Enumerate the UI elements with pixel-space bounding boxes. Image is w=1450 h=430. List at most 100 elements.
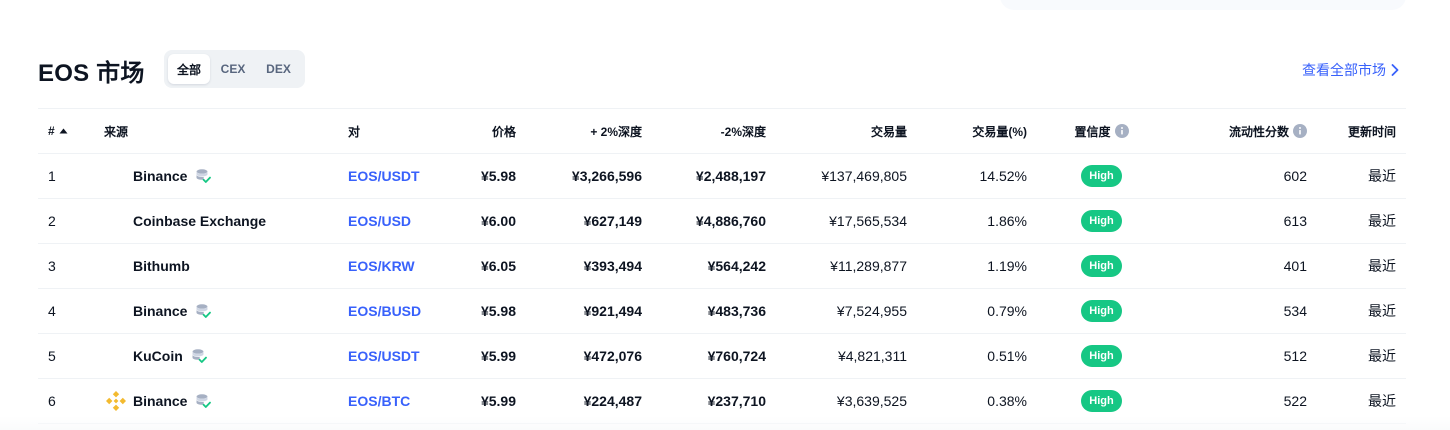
verified-reserves-icon[interactable] <box>191 348 207 364</box>
exchange-logo <box>104 344 128 368</box>
table-row[interactable]: 2 Coinbase Exchange EOS/USD ¥6.00 ¥627,1… <box>38 198 1406 244</box>
depth-plus-cell: ¥3,266,596 <box>526 153 652 199</box>
pair-link[interactable]: EOS/USD <box>348 213 411 229</box>
exchange-name[interactable]: Coinbase Exchange <box>133 213 266 229</box>
updated-cell: 最近 <box>1317 333 1406 379</box>
col-confidence[interactable]: 置信度 <box>1037 108 1166 154</box>
table-row[interactable]: 3 Bithumb EOS/KRW ¥6.05 ¥393,494 ¥564,24… <box>38 243 1406 289</box>
pair-link[interactable]: EOS/BUSD <box>348 303 421 319</box>
rank-cell: 3 <box>38 243 94 289</box>
exchange-name[interactable]: Bithumb <box>133 258 190 274</box>
volume-pct-cell: 0.79% <box>917 288 1037 334</box>
volume-cell: ¥11,289,877 <box>776 243 917 289</box>
rank-cell: 4 <box>38 288 94 334</box>
price-cell: ¥5.99 <box>448 333 526 379</box>
filter-dex-button[interactable]: DEX <box>256 54 301 84</box>
volume-cell: ¥17,565,534 <box>776 198 917 244</box>
confidence-cell: High <box>1037 198 1166 244</box>
exchange-name[interactable]: Binance <box>133 168 187 184</box>
chevron-right-icon <box>1391 64 1399 76</box>
exchange-logo <box>104 299 128 323</box>
col-source[interactable]: 来源 <box>94 108 338 154</box>
col-volume[interactable]: 交易量 <box>776 108 917 154</box>
col-updated[interactable]: 更新时间 <box>1317 108 1406 154</box>
view-all-markets-label: 查看全部市场 <box>1302 62 1386 78</box>
confidence-badge: High <box>1081 300 1122 322</box>
col-depth-minus[interactable]: -2%深度 <box>652 108 776 154</box>
filter-cex-button[interactable]: CEX <box>210 54 256 84</box>
depth-minus-cell: ¥483,736 <box>652 288 776 334</box>
col-pair[interactable]: 对 <box>338 108 448 154</box>
info-icon[interactable] <box>1114 123 1129 138</box>
confidence-cell: High <box>1037 333 1166 379</box>
updated-cell: 最近 <box>1317 288 1406 334</box>
confidence-badge: High <box>1081 210 1122 232</box>
price-cell: ¥6.05 <box>448 243 526 289</box>
confidence-badge: High <box>1081 390 1122 412</box>
source-cell[interactable]: KuCoin <box>94 333 338 379</box>
pair-cell[interactable]: EOS/USDT <box>338 153 448 199</box>
volume-cell: ¥7,524,955 <box>776 288 917 334</box>
depth-plus-cell: ¥921,494 <box>526 288 652 334</box>
filter-all-button[interactable]: 全部 <box>168 54 210 84</box>
markets-table: # 来源 对 价格 + 2%深度 -2%深度 交易量 交易量(%) 置信度 流动… <box>38 108 1406 424</box>
top-card-edge <box>1000 0 1406 10</box>
verified-reserves-icon[interactable] <box>195 168 212 184</box>
pair-cell[interactable]: EOS/USDT <box>338 333 448 379</box>
pair-link[interactable]: EOS/USDT <box>348 348 420 364</box>
table-row[interactable]: 1 Binance EOS/USDT ¥5.98 ¥3,266,596 ¥2,4… <box>38 153 1406 199</box>
exchange-name[interactable]: KuCoin <box>133 348 183 364</box>
exchange-name[interactable]: Binance <box>133 393 187 409</box>
col-volume-pct[interactable]: 交易量(%) <box>917 108 1037 154</box>
confidence-badge: High <box>1081 165 1122 187</box>
eos-markets-page: EOS 市场 全部 CEX DEX 查看全部市场 # 来源 对 价格 + 2%深… <box>0 0 1450 430</box>
pair-link[interactable]: EOS/BTC <box>348 393 410 409</box>
price-cell: ¥5.98 <box>448 153 526 199</box>
verified-reserves-icon[interactable] <box>195 393 212 409</box>
bottom-fade <box>0 416 1450 430</box>
confidence-badge: High <box>1081 345 1122 367</box>
col-depth-plus[interactable]: + 2%深度 <box>526 108 652 154</box>
liquidity-cell: 602 <box>1166 153 1317 199</box>
depth-plus-cell: ¥472,076 <box>526 333 652 379</box>
col-rank[interactable]: # <box>38 108 94 154</box>
confidence-cell: High <box>1037 153 1166 199</box>
markets-table-body: 1 Binance EOS/USDT ¥5.98 ¥3,266,596 ¥2,4… <box>38 153 1406 424</box>
volume-pct-cell: 1.19% <box>917 243 1037 289</box>
depth-minus-cell: ¥760,724 <box>652 333 776 379</box>
markets-header: EOS 市场 全部 CEX DEX 查看全部市场 <box>38 50 1406 88</box>
table-row[interactable]: 5 KuCoin EOS/USDT ¥5.99 ¥472,076 ¥760,72… <box>38 333 1406 379</box>
pair-cell[interactable]: EOS/USD <box>338 198 448 244</box>
source-cell[interactable]: Binance <box>94 153 338 199</box>
table-row[interactable]: 4 Binance EOS/BUSD ¥5.98 ¥921,494 ¥483,7… <box>38 288 1406 334</box>
sort-up-icon[interactable] <box>59 128 68 134</box>
exchange-logo <box>104 164 128 188</box>
info-icon[interactable] <box>1293 123 1307 138</box>
exchange-logo <box>104 254 128 278</box>
pair-link[interactable]: EOS/KRW <box>348 258 415 274</box>
col-liquidity[interactable]: 流动性分数 <box>1166 108 1317 154</box>
liquidity-cell: 512 <box>1166 333 1317 379</box>
liquidity-cell: 401 <box>1166 243 1317 289</box>
source-cell[interactable]: Binance <box>94 288 338 334</box>
col-price[interactable]: 价格 <box>448 108 526 154</box>
confidence-badge: High <box>1081 255 1122 277</box>
verified-reserves-icon[interactable] <box>195 303 212 319</box>
updated-cell: 最近 <box>1317 153 1406 199</box>
exchange-name[interactable]: Binance <box>133 303 187 319</box>
source-cell[interactable]: Coinbase Exchange <box>94 198 338 244</box>
depth-plus-cell: ¥627,149 <box>526 198 652 244</box>
volume-pct-cell: 1.86% <box>917 198 1037 244</box>
pair-link[interactable]: EOS/USDT <box>348 168 420 184</box>
depth-minus-cell: ¥564,242 <box>652 243 776 289</box>
depth-minus-cell: ¥4,886,760 <box>652 198 776 244</box>
confidence-cell: High <box>1037 243 1166 289</box>
source-cell[interactable]: Bithumb <box>94 243 338 289</box>
rank-cell: 1 <box>38 153 94 199</box>
updated-cell: 最近 <box>1317 198 1406 244</box>
view-all-markets-link[interactable]: 查看全部市场 <box>1302 60 1400 80</box>
volume-pct-cell: 14.52% <box>917 153 1037 199</box>
liquidity-cell: 613 <box>1166 198 1317 244</box>
pair-cell[interactable]: EOS/BUSD <box>338 288 448 334</box>
pair-cell[interactable]: EOS/KRW <box>338 243 448 289</box>
